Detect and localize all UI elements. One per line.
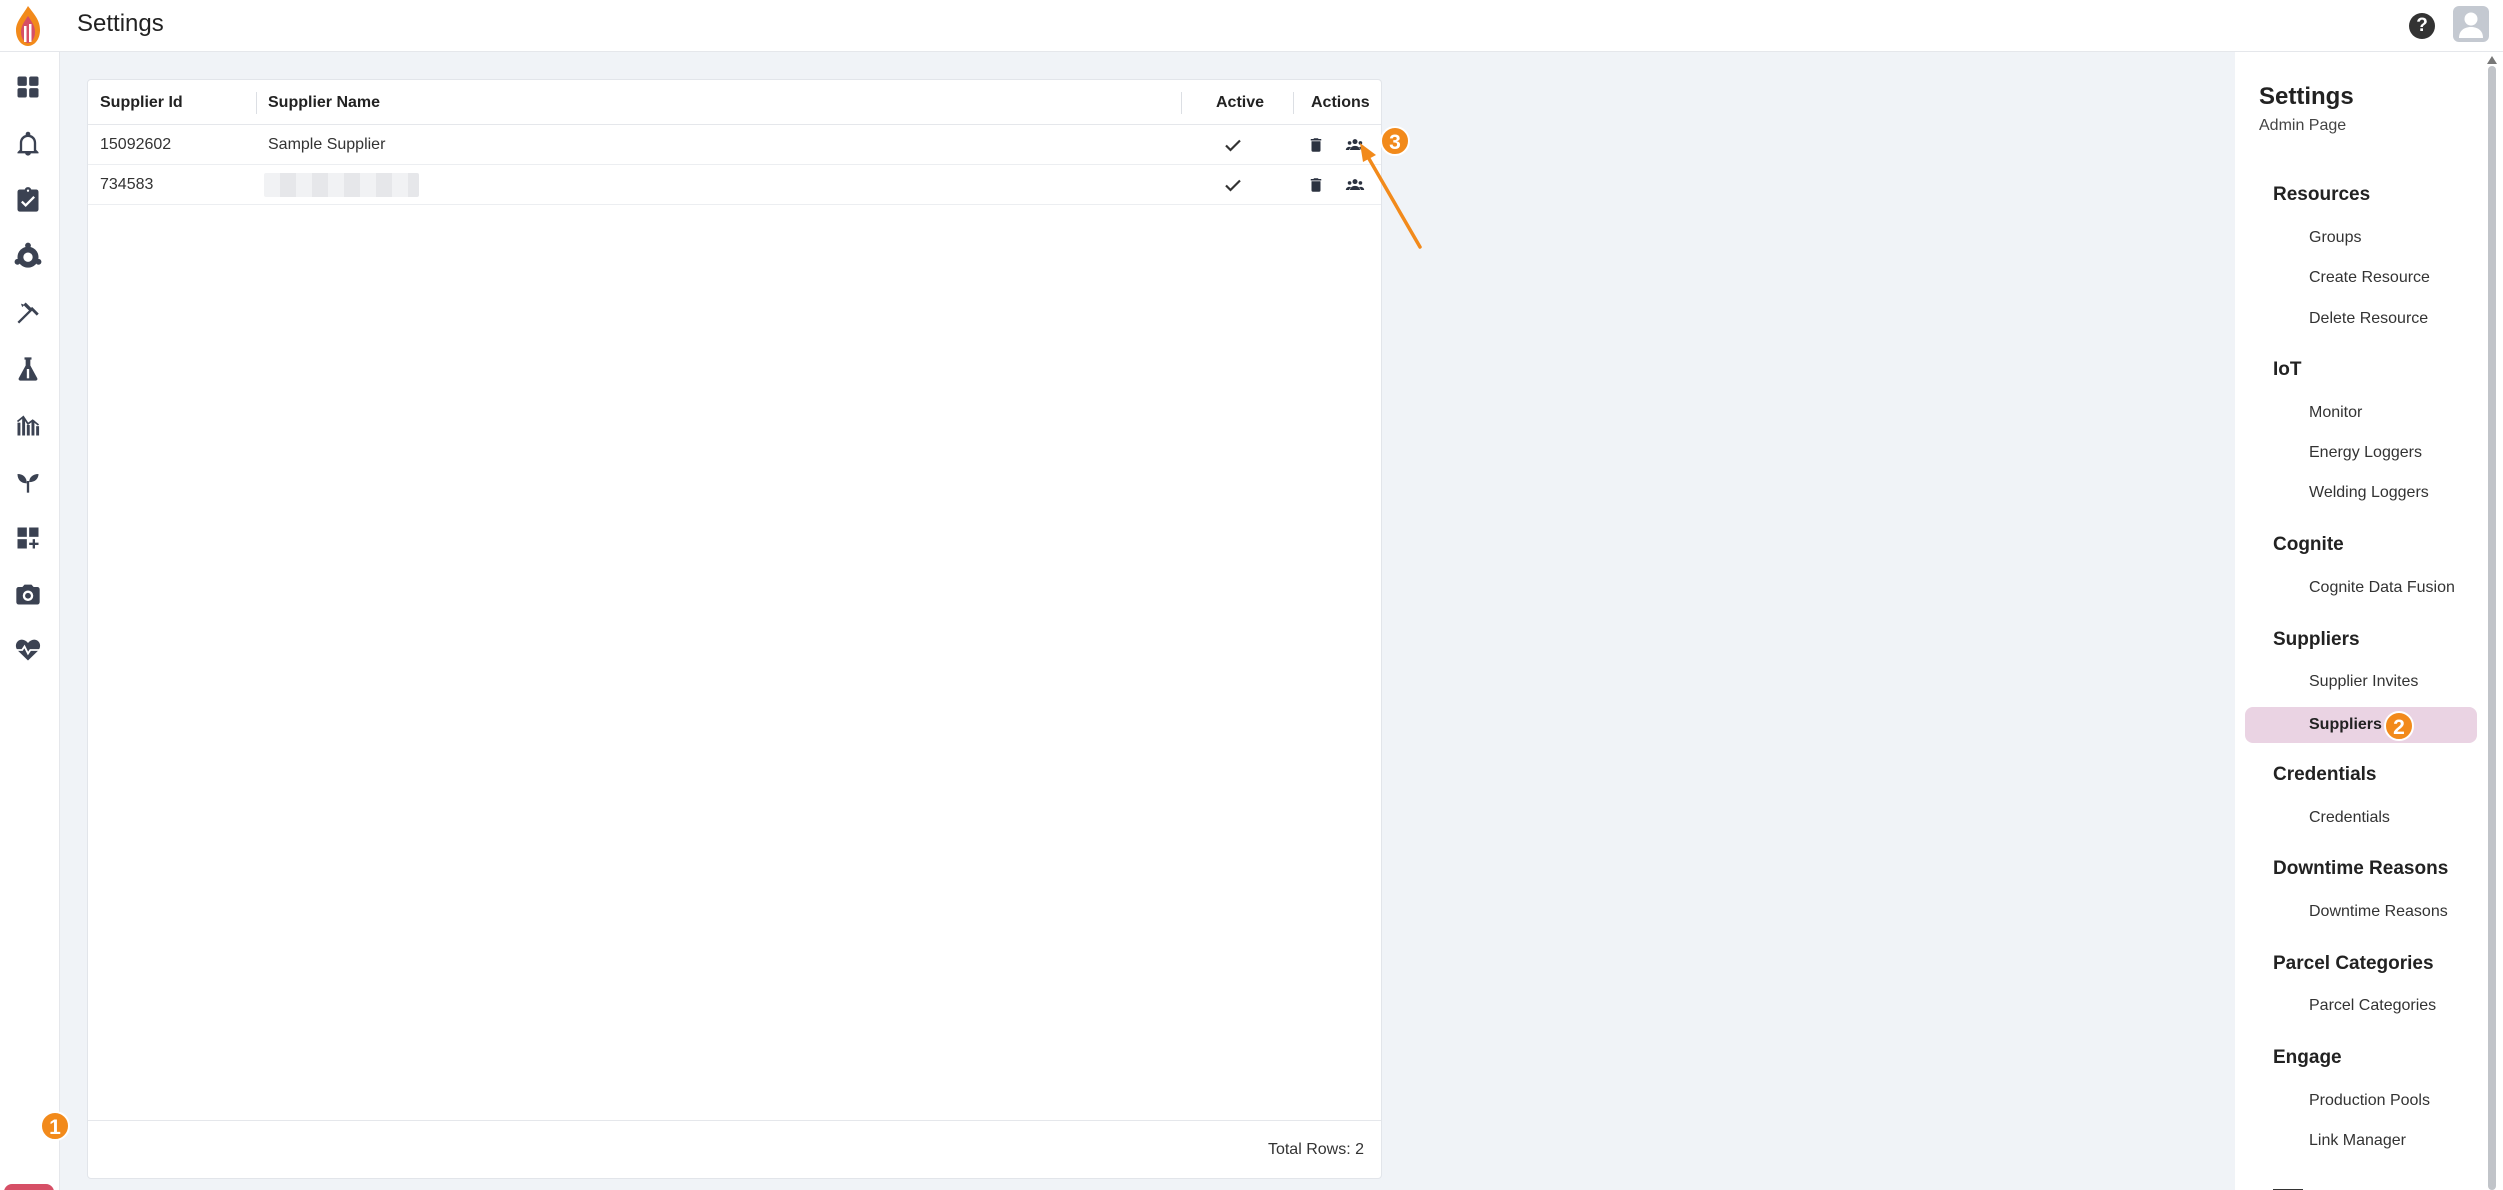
nav-item-cognite-data-fusion[interactable]: Cognite Data Fusion bbox=[2309, 579, 2455, 597]
suppliers-table: Supplier Id Supplier Name Active Actions… bbox=[87, 79, 1382, 1179]
delete-icon[interactable] bbox=[1305, 175, 1327, 195]
section-iot: IoT bbox=[2273, 359, 2302, 380]
process-icon[interactable] bbox=[12, 240, 44, 272]
column-divider[interactable] bbox=[256, 92, 257, 114]
settings-panel-scrollbar[interactable] bbox=[2485, 52, 2503, 1190]
clipped-section-heading bbox=[2273, 1182, 2303, 1190]
column-header-supplier-name[interactable]: Supplier Name bbox=[268, 80, 380, 125]
top-bar: Settings ? bbox=[0, 0, 2503, 52]
step-badge-3: 3 bbox=[1380, 126, 1410, 156]
account-icon bbox=[2459, 12, 2483, 38]
scrollbar-thumb[interactable] bbox=[2488, 66, 2496, 1190]
step-badge-1: 1 bbox=[40, 1111, 70, 1141]
avatar[interactable] bbox=[2453, 6, 2489, 42]
table-footer: Total Rows: 2 bbox=[88, 1120, 1381, 1178]
section-parcel-categories: Parcel Categories bbox=[2273, 953, 2434, 974]
column-divider[interactable] bbox=[1293, 92, 1294, 114]
add-widget-icon[interactable] bbox=[12, 522, 44, 554]
nav-item-parcel-categories[interactable]: Parcel Categories bbox=[2309, 997, 2436, 1015]
tools-icon[interactable] bbox=[12, 297, 44, 329]
nav-item-production-pools[interactable]: Production Pools bbox=[2309, 1092, 2430, 1110]
analytics-icon[interactable] bbox=[12, 409, 44, 441]
left-nav-rail bbox=[0, 52, 60, 1190]
table-row[interactable]: 734583 bbox=[88, 165, 1381, 205]
dashboard-icon[interactable] bbox=[12, 71, 44, 103]
redacted-supplier-name bbox=[264, 173, 419, 197]
nav-item-delete-resource[interactable]: Delete Resource bbox=[2309, 310, 2428, 328]
active-check-icon bbox=[1223, 135, 1243, 155]
section-downtime-reasons: Downtime Reasons bbox=[2273, 858, 2449, 879]
flask-icon[interactable] bbox=[12, 353, 44, 385]
nav-item-create-resource[interactable]: Create Resource bbox=[2309, 269, 2430, 287]
nav-item-welding-loggers[interactable]: Welding Loggers bbox=[2309, 484, 2429, 502]
settings-nav-panel: Settings Admin Page Resources Groups Cre… bbox=[2235, 52, 2485, 1190]
bell-icon[interactable] bbox=[12, 128, 44, 160]
nav-item-groups[interactable]: Groups bbox=[2309, 229, 2361, 247]
column-header-supplier-id[interactable]: Supplier Id bbox=[100, 80, 183, 125]
nav-item-credentials[interactable]: Credentials bbox=[2309, 809, 2390, 827]
nav-item-monitor[interactable]: Monitor bbox=[2309, 404, 2362, 422]
supplier-id-cell: 15092602 bbox=[100, 136, 172, 153]
page-title: Settings bbox=[77, 10, 164, 37]
delete-icon[interactable] bbox=[1305, 135, 1327, 155]
section-engage: Engage bbox=[2273, 1047, 2342, 1068]
active-check-icon bbox=[1223, 175, 1243, 195]
settings-button[interactable] bbox=[4, 1184, 54, 1190]
section-credentials: Credentials bbox=[2273, 764, 2377, 785]
camera-icon[interactable] bbox=[12, 578, 44, 610]
settings-panel-title: Settings bbox=[2259, 83, 2354, 110]
table-header: Supplier Id Supplier Name Active Actions bbox=[88, 80, 1381, 125]
nav-item-supplier-invites[interactable]: Supplier Invites bbox=[2309, 673, 2418, 691]
table-row[interactable]: 15092602 Sample Supplier bbox=[88, 125, 1381, 165]
sprout-icon[interactable] bbox=[12, 465, 44, 497]
nav-item-downtime-reasons[interactable]: Downtime Reasons bbox=[2309, 903, 2448, 921]
supplier-id-cell: 734583 bbox=[100, 176, 154, 193]
column-header-actions: Actions bbox=[1311, 94, 1370, 111]
nav-item-link-manager[interactable]: Link Manager bbox=[2309, 1132, 2406, 1150]
help-icon[interactable]: ? bbox=[2409, 13, 2435, 39]
scroll-up-icon[interactable] bbox=[2487, 56, 2497, 64]
section-cognite: Cognite bbox=[2273, 534, 2344, 555]
health-icon[interactable] bbox=[12, 634, 44, 666]
column-header-active[interactable]: Active bbox=[1216, 80, 1264, 125]
app-logo[interactable] bbox=[4, 2, 52, 50]
section-suppliers: Suppliers bbox=[2273, 629, 2360, 650]
total-rows-count: Total Rows: 2 bbox=[1267, 1141, 1364, 1158]
section-resources: Resources bbox=[2273, 184, 2371, 205]
clipboard-icon[interactable] bbox=[12, 184, 44, 216]
nav-item-suppliers[interactable]: Suppliers bbox=[2245, 707, 2477, 743]
column-divider[interactable] bbox=[1181, 92, 1182, 114]
nav-item-energy-loggers[interactable]: Energy Loggers bbox=[2309, 444, 2422, 462]
supplier-name-cell: Sample Supplier bbox=[268, 136, 386, 153]
step-badge-2: 2 bbox=[2384, 711, 2414, 741]
settings-panel-subtitle: Admin Page bbox=[2259, 117, 2347, 134]
